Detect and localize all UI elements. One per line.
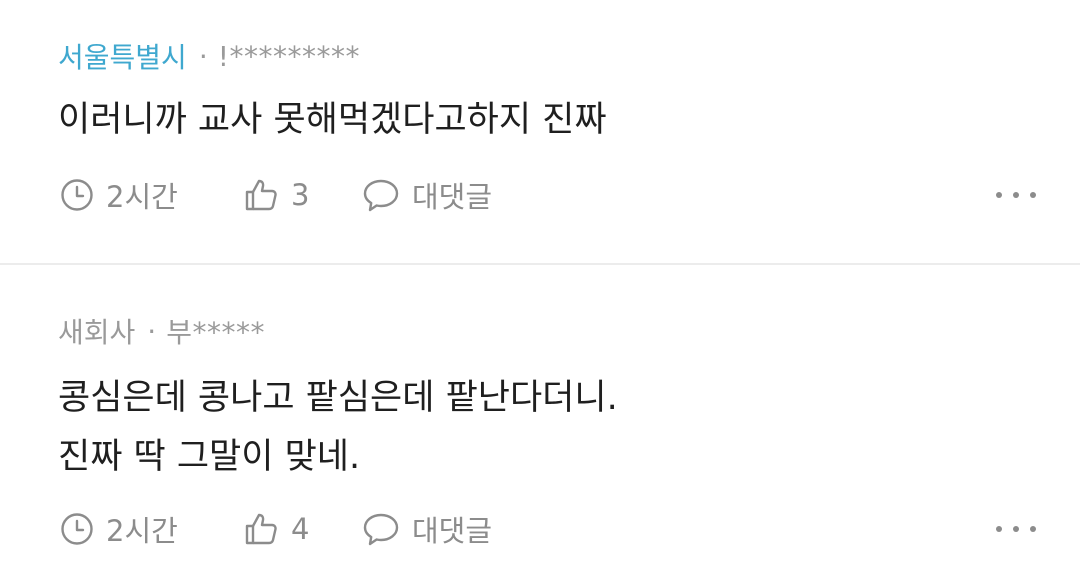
reply-label: 대댓글: [412, 180, 493, 214]
thumbs-up-icon: [243, 177, 279, 213]
author-company[interactable]: 새회사: [58, 311, 135, 351]
like-button[interactable]: 3: [243, 173, 309, 217]
timestamp-label: 2시간: [106, 180, 178, 214]
comment-actions: 2시간 4 대댓글: [0, 507, 1080, 551]
author-name[interactable]: !*********: [218, 40, 360, 73]
reply-button[interactable]: 대댓글: [362, 173, 492, 217]
timestamp: 2시간: [60, 173, 178, 217]
chat-bubble-icon: [362, 177, 400, 213]
timestamp: 2시간: [60, 507, 178, 551]
like-count: 3: [291, 178, 310, 212]
comment-text: 이러니까 교사 못해먹겠다고하지 진짜: [58, 100, 607, 140]
like-count: 4: [291, 512, 310, 546]
clock-icon: [60, 178, 94, 212]
comment-actions: 2시간 3 대댓글: [0, 173, 1080, 217]
more-icon[interactable]: [996, 517, 1036, 541]
comment-item: 새회사 · 부***** 콩심은데 콩나고 팥심은데 팥난다더니. 진짜 딱 그…: [0, 265, 1080, 575]
comment-text: 콩심은데 콩나고 팥심은데 팥난다더니. 진짜 딱 그말이 맞네.: [58, 378, 618, 477]
comment-item: 서울특별시 · !********* 이러니까 교사 못해먹겠다고하지 진짜 2…: [0, 0, 1080, 264]
more-icon[interactable]: [996, 183, 1036, 207]
reply-button[interactable]: 대댓글: [362, 507, 492, 551]
like-button[interactable]: 4: [243, 507, 309, 551]
thumbs-up-icon: [243, 511, 279, 547]
timestamp-label: 2시간: [106, 514, 178, 548]
author-region[interactable]: 서울특별시: [58, 36, 187, 76]
author-name[interactable]: 부*****: [166, 311, 265, 351]
comment-meta: 새회사 · 부*****: [58, 311, 265, 351]
meta-separator: ·: [147, 314, 157, 348]
chat-bubble-icon: [362, 511, 400, 547]
reply-label: 대댓글: [412, 514, 493, 548]
meta-separator: ·: [198, 39, 208, 73]
comment-meta: 서울특별시 · !*********: [58, 36, 360, 76]
clock-icon: [60, 512, 94, 546]
